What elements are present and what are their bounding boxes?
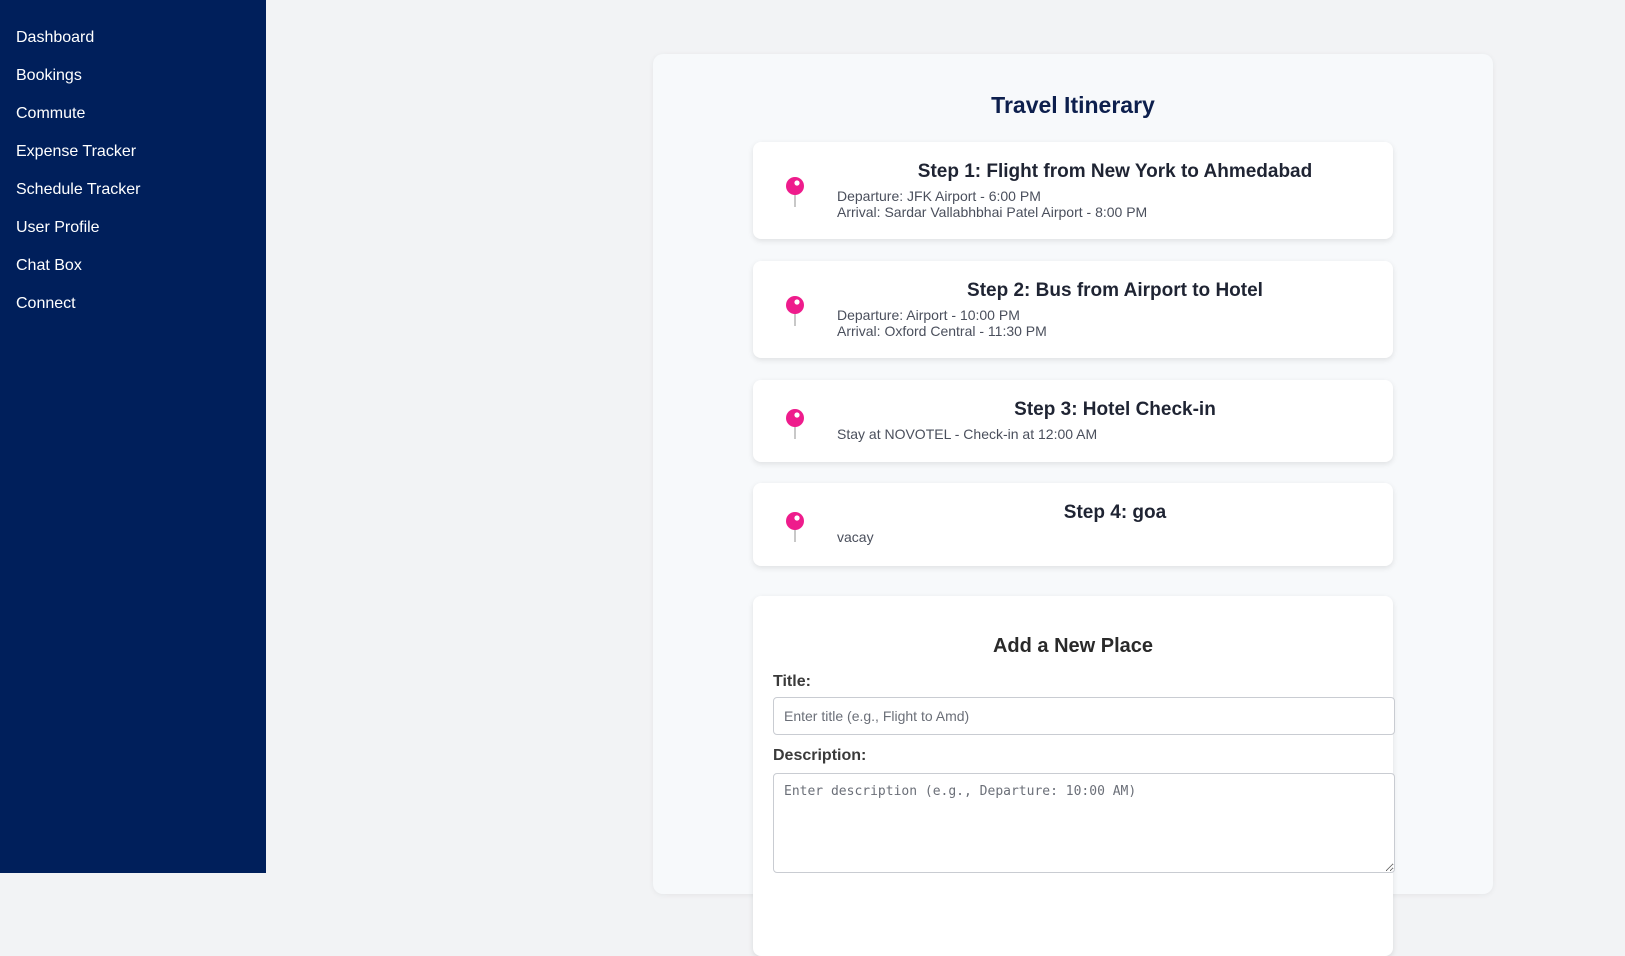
step-detail-line: vacay (837, 529, 874, 545)
sidebar-item-commute[interactable]: Commute (0, 102, 266, 140)
title-label: Title: (773, 673, 811, 690)
step-detail-line: Arrival: Sardar Vallabhbhai Patel Airpor… (837, 204, 1148, 220)
step-title: Step 2: Bus from Airport to Hotel (967, 280, 1263, 301)
description-textarea[interactable] (773, 773, 1395, 873)
itinerary-step: Step 2: Bus from Airport to Hotel Depart… (753, 261, 1393, 358)
itinerary-step: Step 1: Flight from New York to Ahmedaba… (753, 142, 1393, 239)
map-pin-icon (786, 296, 804, 326)
itinerary-step: Step 4: goa vacay (753, 483, 1393, 566)
step-detail-line: Stay at NOVOTEL - Check-in at 12:00 AM (837, 426, 1098, 442)
sidebar-item-user-profile[interactable]: User Profile (0, 216, 266, 254)
step-details: Stay at NOVOTEL - Check-in at 12:00 AM (837, 426, 1097, 442)
step-detail-line: Departure: JFK Airport - 6:00 PM (837, 188, 1041, 204)
step-details: vacay (837, 529, 874, 545)
sidebar-item-chat-box[interactable]: Chat Box (0, 254, 266, 292)
step-title: Step 1: Flight from New York to Ahmedaba… (917, 161, 1313, 182)
step-detail-line: Arrival: Oxford Central - 11:30 PM (837, 323, 1047, 339)
sidebar-item-dashboard[interactable]: Dashboard (0, 26, 266, 64)
step-details: Departure: JFK Airport - 6:00 PM Arrival… (837, 188, 1147, 220)
title-input[interactable] (773, 697, 1395, 735)
map-pin-icon (786, 177, 804, 207)
map-pin-icon (786, 512, 804, 542)
itinerary-step: Step 3: Hotel Check-in Stay at NOVOTEL -… (753, 380, 1393, 462)
sidebar-item-expense-tracker[interactable]: Expense Tracker (0, 140, 266, 178)
step-details: Departure: Airport - 10:00 PM Arrival: O… (837, 307, 1047, 339)
sidebar-item-connect[interactable]: Connect (0, 292, 266, 330)
step-title: Step 4: goa (1063, 502, 1167, 523)
step-detail-line: Departure: Airport - 10:00 PM (837, 307, 1020, 323)
step-title: Step 3: Hotel Check-in (1014, 399, 1216, 420)
page-title: Travel Itinerary (991, 92, 1155, 118)
main-content: Travel Itinerary Step 1: Flight from New… (266, 0, 1625, 956)
map-pin-icon (786, 409, 804, 439)
form-title: Add a New Place (992, 635, 1154, 657)
sidebar-item-bookings[interactable]: Bookings (0, 64, 266, 102)
sidebar-item-schedule-tracker[interactable]: Schedule Tracker (0, 178, 266, 216)
sidebar: Dashboard Bookings Commute Expense Track… (0, 0, 266, 873)
description-label: Description: (773, 747, 867, 764)
add-place-form: Add a New Place Title: Description: (753, 596, 1395, 956)
itinerary-panel: Travel Itinerary Step 1: Flight from New… (653, 54, 1493, 956)
